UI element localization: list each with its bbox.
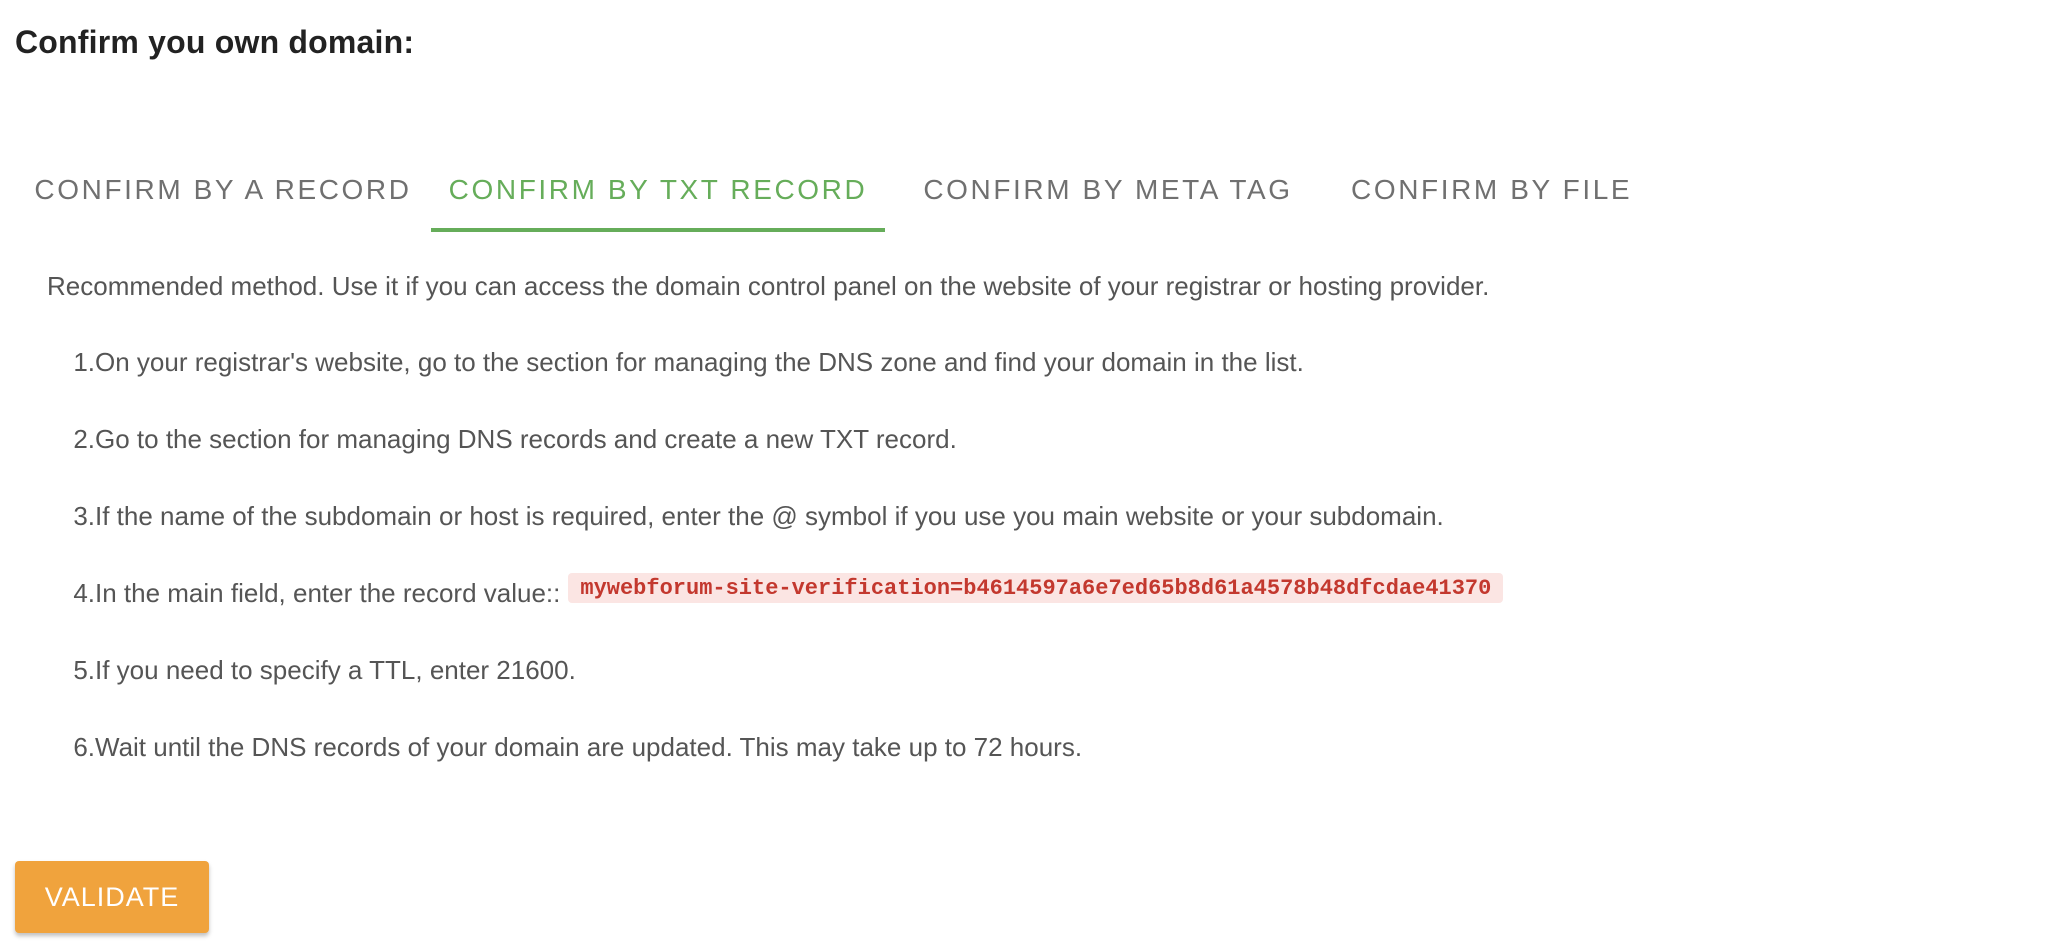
step-text: If the name of the subdomain or host is … bbox=[95, 501, 1444, 531]
step-number: 5. bbox=[73, 655, 95, 685]
tab-confirm-by-a-record[interactable]: CONFIRM BY A RECORD bbox=[15, 148, 431, 232]
tab-confirm-by-txt-record[interactable]: CONFIRM BY TXT RECORD bbox=[431, 148, 885, 232]
step-number: 1. bbox=[73, 347, 95, 377]
step-2: 2. Go to the section for managing DNS re… bbox=[47, 419, 1503, 496]
step-number: 6. bbox=[73, 732, 95, 762]
step-text: Wait until the DNS records of your domai… bbox=[95, 732, 1083, 762]
step-3: 3. If the name of the subdomain or host … bbox=[47, 496, 1503, 573]
validate-button[interactable]: VALIDATE bbox=[15, 861, 209, 933]
verification-method-tabs: CONFIRM BY A RECORD CONFIRM BY TXT RECOR… bbox=[15, 148, 1630, 232]
step-text: If you need to specify a TTL, enter 2160… bbox=[95, 655, 576, 685]
tab-confirm-by-file[interactable]: CONFIRM BY FILE bbox=[1331, 148, 1630, 232]
step-6: 6. Wait until the DNS records of your do… bbox=[47, 727, 1503, 804]
step-4: 4. In the main field, enter the record v… bbox=[47, 573, 1504, 650]
step-text: Go to the section for managing DNS recor… bbox=[95, 424, 957, 454]
txt-record-value[interactable]: mywebforum-site-verification=b4614597a6e… bbox=[568, 573, 1504, 603]
step-number: 3. bbox=[73, 501, 95, 531]
instruction-steps: 1. On your registrar's website, go to th… bbox=[47, 342, 1504, 804]
tab-confirm-by-meta-tag[interactable]: CONFIRM BY META TAG bbox=[885, 148, 1331, 232]
step-text: On your registrar's website, go to the s… bbox=[95, 347, 1304, 377]
step-1: 1. On your registrar's website, go to th… bbox=[47, 342, 1503, 419]
page-title: Confirm you own domain: bbox=[15, 24, 415, 60]
step-number: 4. bbox=[73, 578, 95, 608]
step-text: In the main field, enter the record valu… bbox=[95, 578, 561, 608]
step-number: 2. bbox=[73, 424, 95, 454]
method-description: Recommended method. Use it if you can ac… bbox=[47, 271, 1490, 301]
step-5: 5. If you need to specify a TTL, enter 2… bbox=[47, 650, 1503, 727]
